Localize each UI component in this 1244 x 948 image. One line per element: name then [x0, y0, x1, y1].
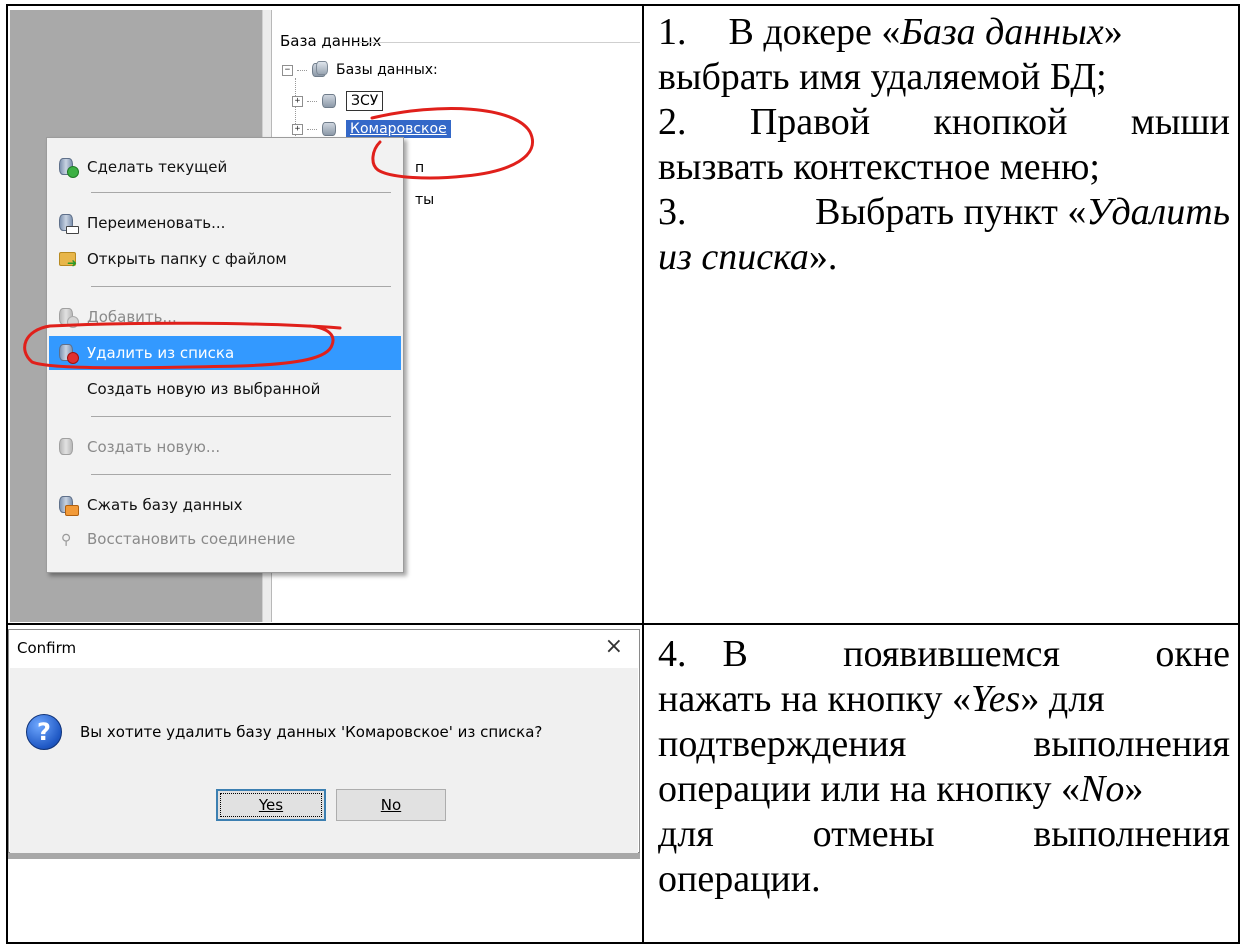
menu-item-compress-database[interactable]: Сжать базу данных — [49, 488, 401, 522]
restore-connection-icon: ⚲ — [61, 532, 72, 548]
step-4-line-5: для отмены выполнения — [658, 813, 1230, 855]
tree-item-label: ЗСУ — [346, 91, 384, 111]
tree-root-databases[interactable]: − Базы данных: — [282, 60, 438, 80]
db-remove-icon — [57, 342, 79, 364]
close-icon[interactable]: × — [605, 634, 623, 659]
step-4-line-4: операции или на кнопку «No» — [658, 768, 1144, 810]
context-menu: Сделать текущей Переименовать... ➜ Откры… — [46, 137, 404, 573]
tree-root-label: Базы данных: — [336, 62, 438, 78]
instructions-steps-1-3: 1. В докере «База данных» выбрать имя уд… — [658, 10, 1230, 280]
question-icon: ? — [26, 714, 62, 750]
menu-item-open-folder[interactable]: ➜ Открыть папку с файлом — [49, 242, 401, 276]
menu-item-label: Открыть папку с файлом — [87, 250, 287, 268]
menu-item-create-from-selected[interactable]: Создать новую из выбранной — [49, 372, 401, 406]
db-create-icon — [57, 436, 79, 458]
step-4-line-1: 4. В появившемся окне — [658, 633, 1230, 675]
menu-item-restore-connection: ⚲ Восстановить соединение — [49, 522, 401, 556]
menu-item-label: Сделать текущей — [87, 158, 228, 176]
tree-label-fragment: ты — [415, 192, 435, 208]
menu-item-label: Создать новую из выбранной — [87, 380, 321, 398]
step-4-line-3: подтверждения выполнения — [658, 723, 1230, 765]
menu-item-label: Восстановить соединение — [87, 530, 296, 548]
open-folder-icon: ➜ — [57, 248, 79, 270]
menu-item-label: Сжать базу данных — [87, 496, 243, 514]
dialog-title: Confirm — [17, 639, 77, 657]
table-divider-horizontal — [6, 623, 1240, 625]
expand-icon[interactable]: + — [292, 95, 303, 107]
step-4-line-6: операции. — [658, 858, 821, 900]
step-4-line-2: нажать на кнопку «Yes» для — [658, 678, 1105, 720]
no-button[interactable]: No — [336, 789, 446, 821]
database-docker-screenshot: База данных − Базы данных: + ЗСУ + Комар… — [10, 10, 640, 622]
db-make-current-icon — [57, 156, 79, 178]
menu-item-label: Удалить из списка — [87, 344, 235, 362]
table-divider-vertical — [642, 4, 644, 944]
db-add-icon — [57, 306, 79, 328]
menu-separator — [91, 192, 391, 193]
collapse-icon[interactable]: − — [282, 64, 293, 76]
db-compress-icon — [57, 494, 79, 516]
step-2-line-2: вызвать контекстное меню; — [658, 146, 1100, 188]
expand-icon[interactable]: + — [292, 123, 303, 135]
step-1-line-1: 1. В докере «База данных» — [658, 11, 1123, 53]
step-3-line-1: 3. Выбрать пункт «Удалить — [658, 191, 1230, 233]
confirm-dialog: Confirm × ? Вы хотите удалить базу данны… — [8, 629, 640, 853]
menu-item-add: Добавить... — [49, 300, 401, 334]
db-rename-icon — [57, 212, 79, 234]
dialog-body: ? Вы хотите удалить базу данных 'Комаров… — [10, 668, 638, 853]
menu-item-label: Переименовать... — [87, 214, 226, 232]
databases-icon — [310, 61, 328, 79]
menu-separator — [91, 416, 391, 417]
menu-item-remove-from-list[interactable]: Удалить из списка — [49, 336, 401, 370]
menu-item-label: Добавить... — [87, 308, 177, 326]
menu-item-make-current[interactable]: Сделать текущей — [49, 150, 401, 184]
dialog-message: Вы хотите удалить базу данных 'Комаровск… — [80, 723, 543, 741]
step-3-line-2: из списка». — [658, 236, 838, 278]
database-icon — [320, 120, 338, 138]
table-border-right — [1238, 4, 1240, 944]
tree-item-zsu[interactable]: + ЗСУ — [292, 90, 384, 112]
yes-button[interactable]: Yes — [216, 789, 326, 821]
menu-separator — [91, 474, 391, 475]
table-border-bottom — [6, 942, 1240, 944]
docker-title: База данных — [280, 32, 382, 50]
instructions-step-4: 4. В появившемся окне нажать на кнопку «Y… — [658, 632, 1230, 902]
menu-separator — [91, 286, 391, 287]
tree-label-fragment: п — [415, 160, 425, 176]
step-1-line-2: выбрать имя удаляемой БД; — [658, 56, 1107, 98]
menu-item-create-new: Создать новую... — [49, 430, 401, 464]
database-icon — [320, 92, 338, 110]
table-border-top — [6, 4, 1240, 6]
menu-item-label: Создать новую... — [87, 438, 221, 456]
step-2-line-1: 2. Правой кнопкой мыши — [658, 101, 1230, 143]
tree-item-label-selected: Комаровское — [346, 120, 451, 138]
docker-title-divider — [358, 42, 640, 43]
dialog-shadow — [8, 853, 640, 859]
menu-item-rename[interactable]: Переименовать... — [49, 206, 401, 240]
